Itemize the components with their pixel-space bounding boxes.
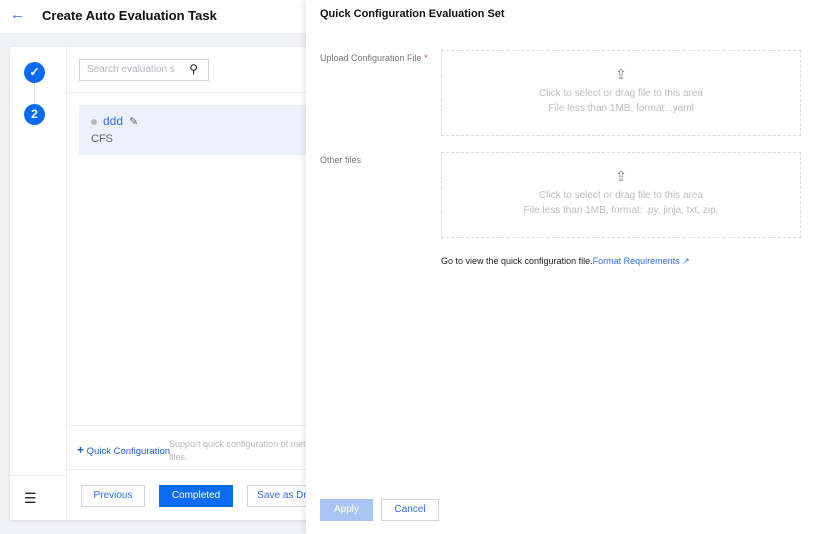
steps-column: ✓ 2 ☰ — [10, 47, 67, 520]
upload-icon: ⇪ — [615, 66, 627, 82]
completed-button[interactable]: Completed — [159, 485, 233, 507]
upload-config-label: Upload Configuration File * — [320, 53, 428, 63]
page-title: Create Auto Evaluation Task — [42, 8, 217, 23]
dropzone-text: Click to select or drag file to this are… — [539, 190, 703, 201]
other-files-dropzone[interactable]: ⇪ Click to select or drag file to this a… — [441, 152, 801, 238]
dropzone-format: File less than 1MB, format: .py, jinja, … — [523, 205, 719, 216]
search-placeholder: Search evaluation s — [87, 64, 175, 75]
upload-config-dropzone[interactable]: ⇪ Click to select or drag file to this a… — [441, 50, 801, 136]
upload-icon: ⇪ — [615, 168, 627, 184]
quick-config-description: Support quick configuration of metr file… — [169, 439, 309, 462]
other-files-label: Other files — [320, 155, 362, 165]
step-2[interactable]: 2 — [24, 104, 45, 125]
item-subtitle: CFS — [91, 133, 113, 145]
step-connector — [34, 83, 35, 105]
quick-config-row: + Quick Configuration Support quick conf… — [67, 425, 310, 470]
item-name[interactable]: ddd — [103, 114, 123, 128]
back-arrow-icon[interactable]: ← — [10, 6, 25, 23]
list-item[interactable]: ddd ✎ CFS — [79, 105, 310, 155]
quick-config-label: Quick Configuration — [86, 446, 171, 457]
task-card: ✓ 2 ☰ Search evaluation s ⚲ ddd ✎ CFS + Q… — [10, 47, 317, 520]
dropzone-text: Click to select or drag file to this are… — [539, 88, 703, 99]
status-dot — [91, 118, 97, 125]
step-1-done-check-icon[interactable]: ✓ — [24, 62, 45, 83]
quick-config-drawer: Quick Configuration Evaluation Set Uploa… — [306, 0, 832, 534]
search-input[interactable]: Search evaluation s ⚲ — [79, 59, 209, 81]
dropzone-format: File less than 1MB, format: .yaml — [548, 103, 694, 114]
divider — [10, 475, 67, 476]
previous-button[interactable]: Previous — [81, 485, 145, 507]
external-link-icon[interactable]: ↗ — [682, 256, 690, 266]
plus-icon: + — [77, 443, 85, 457]
required-mark: * — [424, 53, 428, 63]
hint-text: Go to view the quick configuration file. — [441, 256, 593, 266]
label-text: Upload Configuration File — [320, 53, 422, 63]
cancel-button[interactable]: Cancel — [381, 499, 439, 521]
divider — [67, 92, 310, 93]
quick-configuration-button[interactable]: + Quick Configuration — [77, 443, 170, 457]
apply-button[interactable]: Apply — [320, 499, 373, 521]
format-requirements-link[interactable]: Format Requirements — [593, 256, 680, 266]
edit-pencil-icon[interactable]: ✎ — [129, 116, 138, 128]
menu-collapse-icon[interactable]: ☰ — [24, 490, 37, 507]
format-hint: Go to view the quick configuration file.… — [441, 256, 690, 267]
drawer-title: Quick Configuration Evaluation Set — [320, 8, 505, 20]
search-icon[interactable]: ⚲ — [189, 62, 198, 76]
